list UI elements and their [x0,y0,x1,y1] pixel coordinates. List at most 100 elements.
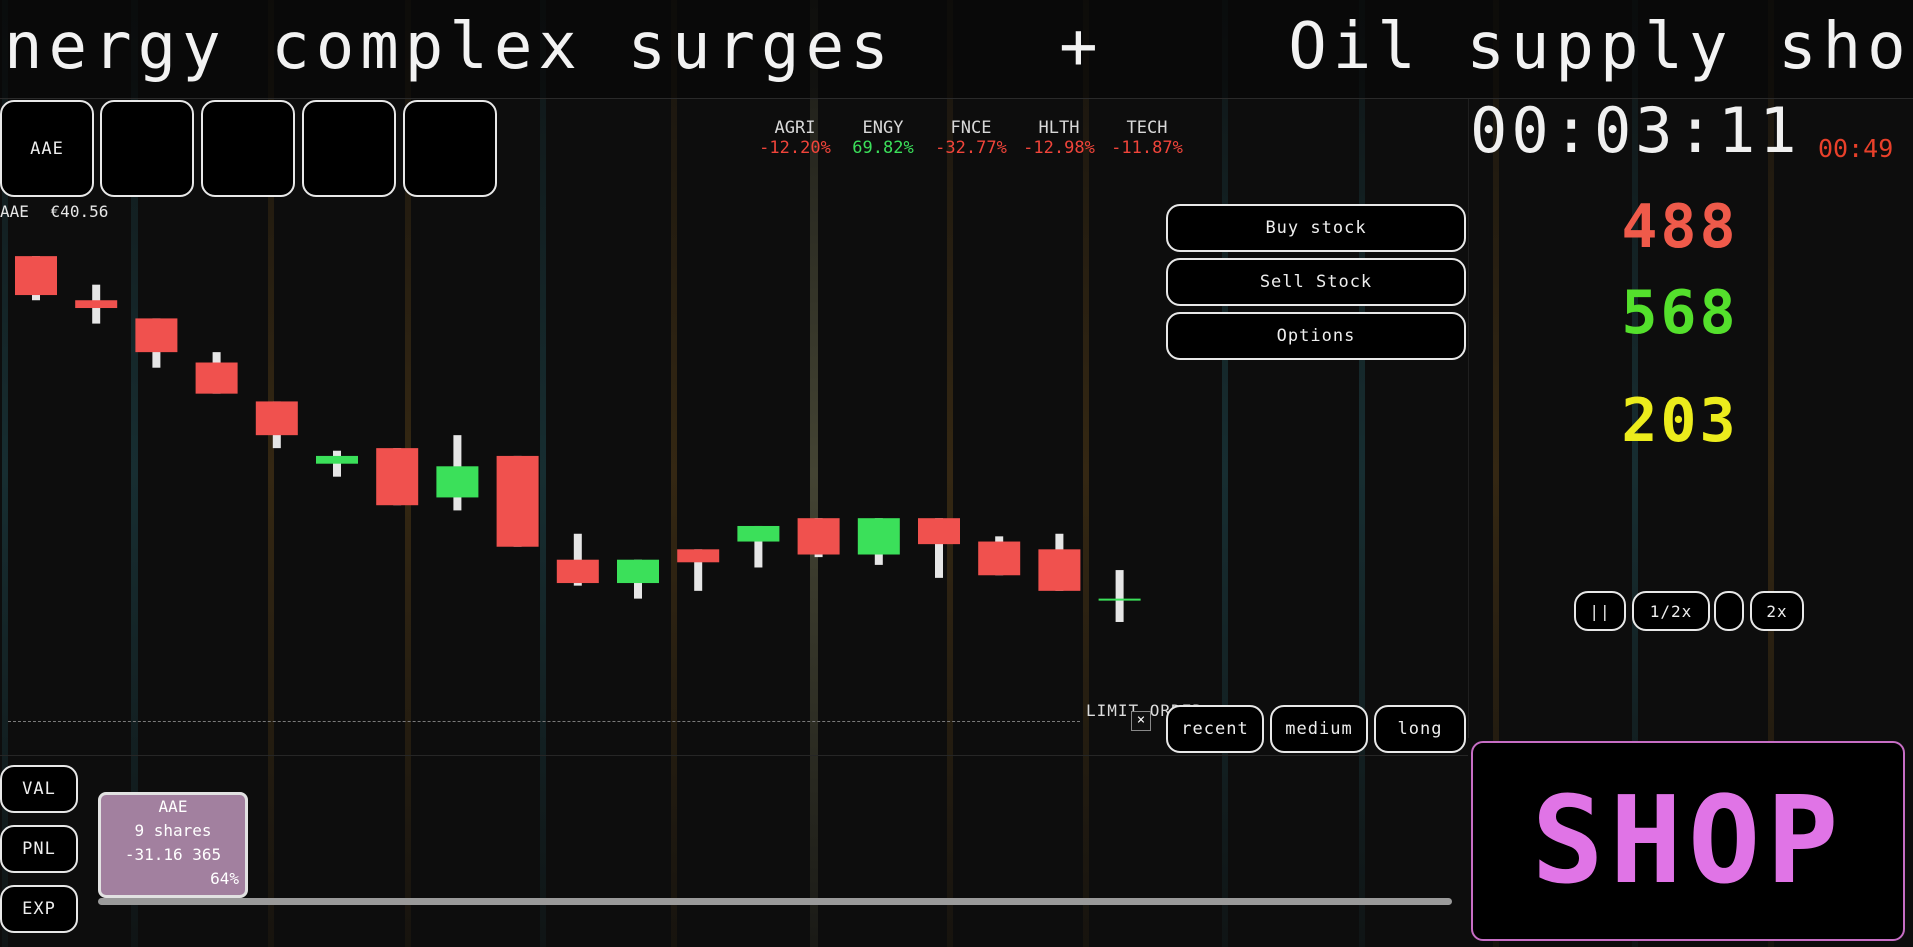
pause-button[interactable]: || [1574,591,1626,631]
divider [0,755,1468,756]
sector-performance: AGRI -12.20% ENGY 69.82% FNCE -32.77% HL… [756,118,1186,158]
candle-wick [1115,570,1124,622]
sector-name: HLTH [1038,118,1080,138]
candle [857,518,900,565]
candle [918,518,960,578]
candle-body [1098,598,1141,601]
candle [376,448,419,506]
sector-name: AGRI [774,118,816,138]
timeframe-recent-button[interactable]: recent [1166,705,1264,753]
candlestick-chart [15,256,1141,622]
candle [436,435,479,511]
ticker-separator: + [1059,10,1104,84]
chart-price: €40.56 [50,202,109,221]
candle-body [556,559,599,584]
sector-change: -32.77% [935,138,1007,158]
holding-pnl-row: -31.16 365 [101,843,245,867]
stock-slot[interactable] [403,100,497,197]
holdings-scrollbar[interactable] [98,898,1452,905]
panel-divider [1468,98,1469,738]
half-speed-button[interactable]: 1/2x [1632,591,1710,631]
slot-label: AAE [30,138,64,159]
candle-body [677,549,720,563]
candle [496,455,539,547]
candle-body [797,518,840,555]
candle-body [436,466,479,498]
candle-body [617,559,659,584]
sector-agri: AGRI -12.20% [756,118,834,158]
double-speed-button[interactable]: 2x [1750,591,1804,631]
stock-slot[interactable] [201,100,295,197]
candle-body [737,525,780,542]
candle-body [135,318,178,353]
holding-pnl: -31.16 [124,845,183,864]
sector-change: -11.87% [1111,138,1183,158]
timeframe-long-button[interactable]: long [1374,705,1466,753]
round-timer: 00:49 [1818,134,1894,163]
candle [195,352,238,394]
sector-engy: ENGY 69.82% [844,118,922,158]
timeframe-medium-button[interactable]: medium [1270,705,1368,753]
holding-ticker: AAE [158,797,188,816]
candle [1098,570,1141,622]
limit-order-line[interactable] [8,721,1080,722]
holding-shares: 9 shares [134,821,212,840]
val-button[interactable]: VAL [0,765,78,813]
candle [617,559,659,599]
sell-stock-button[interactable]: Sell Stock [1166,258,1466,306]
stock-slot[interactable] [302,100,396,197]
candle [556,533,599,586]
candle [15,256,57,301]
holding-value: 365 [192,845,222,864]
candle-body [978,541,1021,576]
sector-name: ENGY [862,118,904,138]
stat-green: 568 [1621,278,1739,348]
candle-body [255,401,298,436]
candle [978,536,1021,576]
holding-percent: 64% [210,869,239,888]
pnl-button[interactable]: PNL [0,825,78,873]
sector-change: -12.98% [1023,138,1095,158]
sector-name: FNCE [950,118,992,138]
stat-yellow: 203 [1621,386,1739,456]
candle-body [1038,549,1081,591]
sector-name: TECH [1126,118,1168,138]
chart-ticker: AAE [0,202,29,221]
candle [255,401,298,449]
normal-speed-button[interactable] [1714,591,1744,631]
news-ticker: nergy complex surges + Oil supply shock … [0,0,1913,99]
shop-button[interactable]: SHOP [1471,741,1905,941]
candle [797,518,840,558]
stock-slot[interactable] [100,100,194,197]
stock-slot[interactable]: AAE [0,100,94,197]
candle-body [75,300,118,309]
sector-change: 69.82% [852,138,914,158]
candle [135,318,178,368]
candle-body [496,455,539,547]
candle [75,284,118,324]
candle [737,525,780,568]
options-button[interactable]: Options [1166,312,1466,360]
stat-red: 488 [1621,192,1739,262]
sector-fnce: FNCE -32.77% [932,118,1010,158]
holding-card[interactable]: AAE 9 shares -31.16 365 64% [98,792,248,898]
buy-stock-button[interactable]: Buy stock [1166,204,1466,252]
candle-body [15,256,57,296]
candle-body [376,448,419,506]
candle [316,450,358,477]
game-timer: 00:03:11 [1470,94,1801,167]
ticker-headline: nergy complex surges [4,10,895,84]
sector-tech: TECH -11.87% [1108,118,1186,158]
ticker-headline: Oil supply shock s [1288,10,1913,84]
chart-header: AAE €40.56 [0,202,108,221]
exp-button[interactable]: EXP [0,885,78,933]
sector-change: -12.20% [759,138,831,158]
candle-body [316,455,358,464]
limit-order-close-icon[interactable]: × [1131,711,1151,731]
candle-body [195,362,238,394]
sector-hlth: HLTH -12.98% [1020,118,1098,158]
candle-body [857,518,900,555]
candle-body [918,518,960,545]
candle [677,549,720,591]
candle [1038,533,1081,591]
